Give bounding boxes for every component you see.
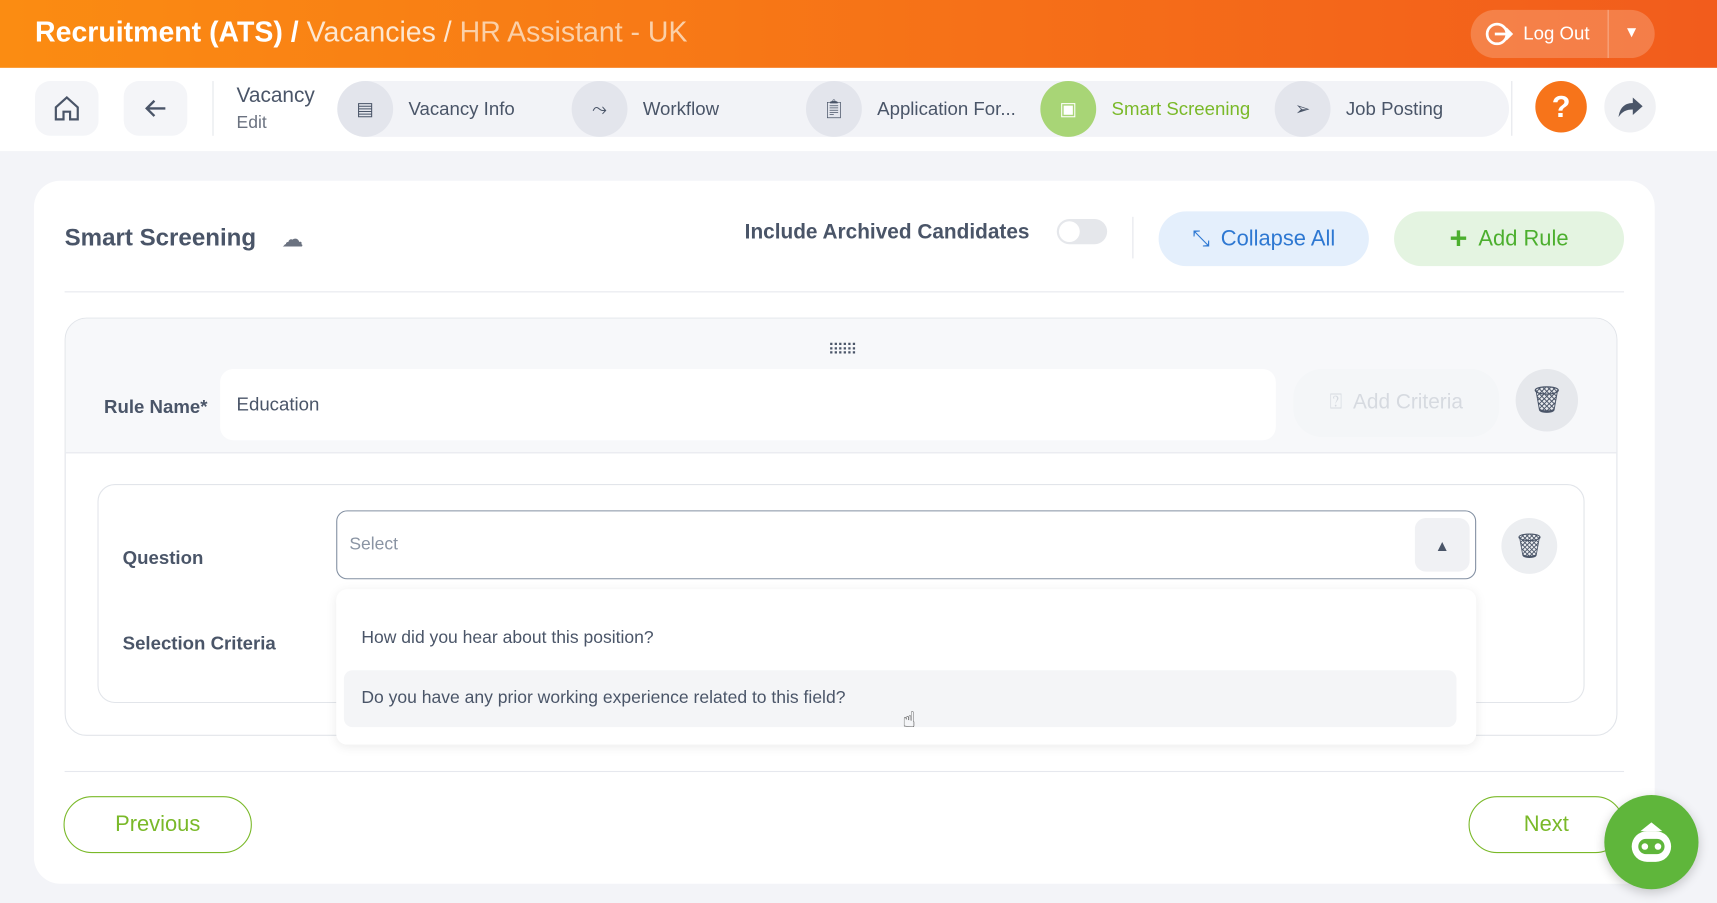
- chevron-up-icon[interactable]: ▲: [1415, 518, 1470, 572]
- delete-rule-button[interactable]: 🗑︎: [1516, 369, 1578, 431]
- add-question-icon: ⍰: [1330, 391, 1342, 415]
- chatbot-button[interactable]: [1604, 795, 1698, 889]
- collapse-all-button[interactable]: ⤡Collapse All: [1159, 211, 1369, 266]
- share-button[interactable]: [1604, 81, 1655, 132]
- nav-title: Vacancy: [237, 84, 315, 108]
- logout-button[interactable]: Log Out ▼: [1471, 10, 1655, 58]
- question-select[interactable]: Select ▲: [336, 510, 1476, 579]
- logout-icon: [1484, 21, 1515, 47]
- tab-workflow[interactable]: ⤳Workflow: [572, 81, 719, 137]
- next-button[interactable]: Next: [1469, 796, 1625, 853]
- add-criteria-button[interactable]: ⍰Add Criteria: [1293, 369, 1499, 437]
- trash-icon: 🗑︎: [1514, 532, 1545, 560]
- document-icon: ▤: [337, 81, 393, 137]
- plus-icon: +: [1450, 221, 1468, 256]
- arrow-left-icon: [143, 97, 167, 119]
- breadcrumb-vacancies[interactable]: Vacancies /: [307, 15, 452, 48]
- home-button[interactable]: [35, 81, 99, 136]
- archived-label: Include Archived Candidates: [745, 221, 1030, 245]
- send-icon: ➢: [1275, 81, 1331, 137]
- profile-icon: ▣: [1040, 81, 1096, 137]
- breadcrumb-current: HR Assistant - UK: [460, 15, 688, 48]
- collapse-icon: ⤡: [1192, 226, 1210, 251]
- archived-toggle[interactable]: [1057, 219, 1107, 244]
- previous-button[interactable]: Previous: [64, 796, 252, 853]
- tab-vacancy-info[interactable]: ▤Vacancy Info: [337, 81, 514, 137]
- breadcrumb-recruitment[interactable]: Recruitment (ATS) /: [35, 15, 299, 48]
- logout-label: Log Out: [1523, 23, 1589, 45]
- selection-criteria-label: Selection Criteria: [123, 633, 276, 655]
- dropdown-option[interactable]: How did you hear about this position?: [344, 610, 1457, 667]
- step-tabs: ▤Vacancy Info ⤳Workflow 📋︎Application Fo…: [337, 81, 1509, 137]
- cloud-saved-icon: ☁︎: [281, 226, 303, 253]
- clipboard-icon: 📋︎: [806, 81, 862, 137]
- rule-name-label: Rule Name*: [104, 396, 207, 418]
- add-rule-button[interactable]: +Add Rule: [1394, 211, 1624, 266]
- breadcrumb: Recruitment (ATS) / Vacancies / HR Assis…: [35, 15, 687, 49]
- back-button[interactable]: [124, 81, 188, 136]
- trash-icon: 🗑︎: [1530, 384, 1563, 416]
- rule-name-input[interactable]: Education: [220, 369, 1276, 440]
- question-label: Question: [123, 548, 204, 570]
- drag-handle-icon[interactable]: ⠿⠿⠿: [828, 341, 855, 360]
- robot-icon: [1625, 818, 1678, 866]
- nav-subtitle: Edit: [237, 114, 267, 134]
- help-button[interactable]: ?: [1535, 81, 1586, 132]
- page-title: Smart Screening: [65, 223, 256, 251]
- dropdown-option[interactable]: Do you have any prior working experience…: [344, 670, 1457, 727]
- home-icon: [53, 94, 81, 122]
- question-placeholder: Select: [349, 536, 398, 556]
- tab-application-form[interactable]: 📋︎Application For...: [806, 81, 1016, 137]
- hand-cursor-icon: ☝︎: [902, 706, 915, 733]
- share-icon: [1617, 95, 1643, 119]
- chevron-down-icon[interactable]: ▼: [1624, 23, 1639, 41]
- workflow-icon: ⤳: [572, 81, 628, 137]
- tab-smart-screening[interactable]: ▣Smart Screening: [1040, 81, 1250, 137]
- delete-criteria-button[interactable]: 🗑︎: [1501, 518, 1557, 574]
- tab-job-posting[interactable]: ➢Job Posting: [1275, 81, 1443, 137]
